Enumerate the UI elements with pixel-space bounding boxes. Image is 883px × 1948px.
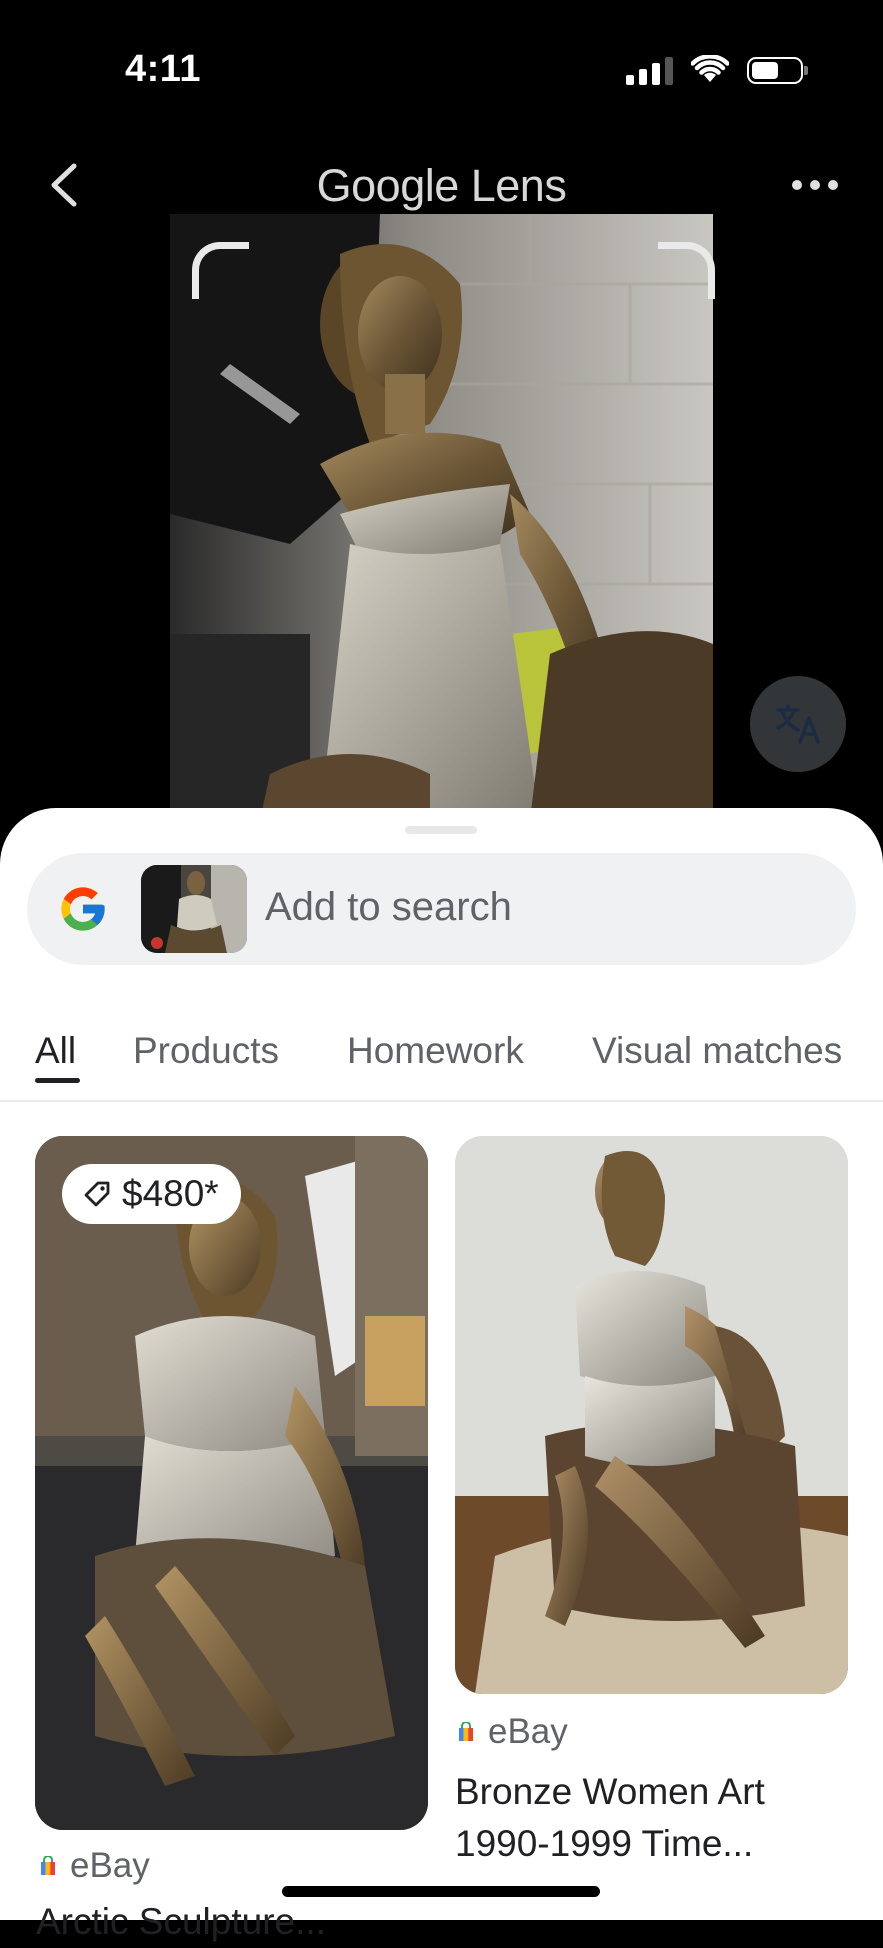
tab-visual-matches[interactable]: Visual matches [592,1030,842,1072]
google-g-icon [61,887,105,931]
add-to-search-bar[interactable]: Add to search [27,853,856,965]
cellular-signal-icon [626,55,673,85]
tag-icon [84,1181,110,1207]
tab-products[interactable]: Products [133,1030,279,1072]
result-2-title-line-2: 1990-1999 Time... [455,1823,754,1864]
tab-all[interactable]: All [35,1030,76,1072]
result-1-title[interactable]: Arctic Sculpture... [36,1896,326,1948]
page-title: Google Lens [316,160,567,211]
translate-button[interactable] [750,676,846,772]
battery-icon [747,56,808,84]
price-text: $480* [122,1173,219,1214]
result-2-source[interactable]: eBay [458,1712,568,1752]
query-image-thumbnail[interactable] [141,865,247,953]
status-icons [626,55,808,85]
lens-viewer: 4:11 Google Lens [0,0,883,820]
price-badge: $480* [62,1164,241,1224]
shopping-bag-icon [41,1856,55,1875]
result-2-source-name: eBay [488,1712,568,1751]
status-time: 4:11 [125,48,201,90]
result-1-source[interactable]: eBay [40,1846,150,1886]
sheet-drag-handle[interactable] [405,826,477,834]
lens-photo[interactable] [170,214,713,820]
tab-homework[interactable]: Homework [347,1030,524,1072]
result-image-1[interactable]: $480* [35,1136,428,1830]
result-2-title-line-1: Bronze Women Art [455,1771,765,1812]
result-2-title[interactable]: Bronze Women Art 1990-1999 Time... [455,1766,765,1870]
crop-corner-top-left[interactable] [192,242,249,299]
more-options-button[interactable] [787,170,843,200]
result-tabs: All Products Homework Visual matches [0,1008,883,1102]
result-image-2[interactable] [455,1136,848,1694]
home-indicator [282,1886,600,1897]
crop-corner-top-right[interactable] [658,242,715,299]
shopping-bag-icon [459,1722,473,1741]
add-to-search-placeholder: Add to search [265,885,512,929]
active-tab-indicator [35,1078,80,1083]
translate-icon [776,704,820,744]
result-1-source-name: eBay [70,1846,150,1885]
wifi-icon [691,55,729,82]
